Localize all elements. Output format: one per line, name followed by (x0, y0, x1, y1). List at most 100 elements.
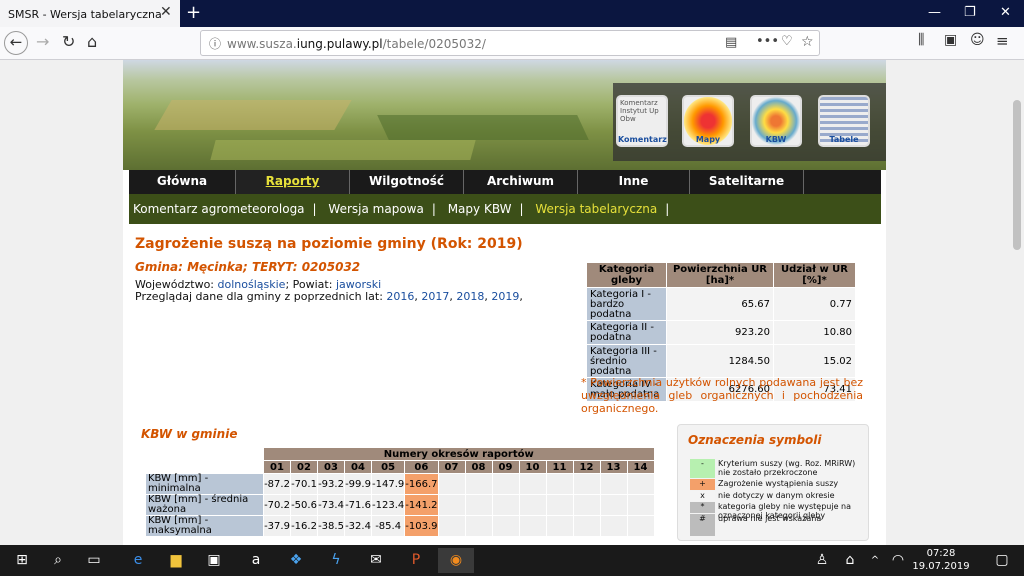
explorer-icon[interactable]: ▆ (158, 548, 194, 573)
start-icon[interactable]: ⊞ (4, 548, 40, 573)
pocket-icon[interactable]: ♡ (781, 34, 793, 49)
new-tab-icon[interactable]: + (186, 2, 201, 23)
kbw-cell: -103.9 (404, 515, 439, 537)
period-header: 06 (404, 460, 439, 474)
kbw-cell (545, 494, 574, 516)
kbw-cell (572, 494, 601, 516)
kbw-cell (518, 473, 547, 495)
kbw-cell: -38.5 (317, 515, 345, 537)
notifications-icon[interactable]: ▢ (984, 548, 1020, 573)
menu-wilgotnosc[interactable]: Wilgotność gleby (350, 170, 464, 210)
minimize-icon[interactable]: — (928, 5, 941, 20)
legend-text: uprawa nie jest wskazana (718, 514, 822, 523)
amazon-icon[interactable]: a (238, 548, 274, 573)
menu-inne[interactable]: Inne (578, 170, 690, 194)
menu-raporty[interactable]: Raporty (236, 170, 350, 194)
submenu-komentarz[interactable]: Komentarz agrometeorologa (133, 202, 305, 216)
power-automate-icon[interactable]: ϟ (318, 548, 354, 573)
kbw-cell: -99.9 (344, 473, 372, 495)
taskbar: ⊞ ⌕ ▭ e ▆ ▣ a ❖ ϟ ✉ P ◉ ♙ ⌂ ^ ◠ 07:28 19.… (0, 545, 1024, 576)
kbw-cell: -147.9 (370, 473, 406, 495)
restore-icon[interactable]: ❐ (964, 5, 976, 20)
icon-panel: Komentarz Instytut Up Obw Komentarz Mapy … (613, 83, 886, 161)
period-header: 08 (464, 460, 493, 474)
komentarz-icon[interactable]: Komentarz Instytut Up Obw Komentarz (616, 95, 668, 147)
legend-item: + Zagrożenie wystąpienia suszy (690, 479, 856, 490)
back-arrow-icon[interactable]: ← (4, 31, 28, 55)
reader-view-icon[interactable]: ▤ (725, 35, 737, 50)
sidebar-icon[interactable]: ▣ (944, 32, 957, 48)
people-icon[interactable]: ♙ (810, 548, 834, 573)
legend-item: # uprawa nie jest wskazana (690, 514, 856, 536)
tabele-icon[interactable]: Tabele (818, 95, 870, 147)
year-link[interactable]: 2016 (386, 290, 414, 303)
scrollbar-thumb[interactable] (1013, 100, 1021, 250)
table-row: Kategoria III - średnio podatna 1284.50 15… (586, 344, 856, 378)
kbw-cell: -123.4 (370, 494, 406, 516)
period-header: 12 (572, 460, 601, 474)
legend-symbol: * (690, 502, 715, 513)
menu-hamburger-icon[interactable]: ≡ (996, 32, 1009, 50)
mapy-icon[interactable]: Mapy (682, 95, 734, 147)
submenu-tabelaryczna[interactable]: Wersja tabelaryczna (535, 202, 657, 216)
dropbox-icon[interactable]: ❖ (278, 548, 314, 573)
year-link[interactable]: 2019 (491, 290, 519, 303)
store-icon[interactable]: ▣ (196, 548, 232, 573)
kbw-cell (491, 494, 520, 516)
clock[interactable]: 07:28 19.07.2019 (912, 547, 970, 573)
period-header: 03 (317, 460, 345, 474)
mail-icon[interactable]: ✉ (358, 548, 394, 573)
submenu-mapowa[interactable]: Wersja mapowa (328, 202, 423, 216)
close-tab-icon[interactable]: ✕ (160, 4, 172, 20)
table-row: Kategoria II - podatna 923.20 10.80 (586, 320, 856, 345)
info-icon[interactable]: ⓘ (209, 35, 221, 52)
library-icon[interactable]: ⫼ (918, 32, 924, 48)
table-row: KBW [mm] - średnia ważona -70.2 -50.6 -73.4… (145, 494, 655, 516)
tray-icon[interactable]: ⌂ (838, 548, 862, 573)
legend-symbol: # (690, 514, 715, 536)
year-link[interactable]: 2018 (456, 290, 484, 303)
powerpoint-icon[interactable]: P (398, 548, 434, 573)
submenu-mapy-kbw[interactable]: Mapy KBW (448, 202, 512, 216)
period-header: 05 (370, 460, 406, 474)
year-link[interactable]: 2017 (421, 290, 449, 303)
chevron-up-icon[interactable]: ^ (866, 548, 884, 573)
bookmark-star-icon[interactable]: ☆ (801, 34, 814, 50)
kbw-cell (572, 473, 601, 495)
url-bar[interactable]: ⓘ www.susza.iung.pulawy.pl/tabele/020503… (200, 30, 820, 56)
edge-icon[interactable]: e (120, 548, 156, 573)
kbw-cell: -141.2 (404, 494, 439, 516)
wifi-icon[interactable]: ◠ (886, 548, 910, 573)
menu-archiwum[interactable]: Archiwum (464, 170, 578, 194)
menu-satelitarne[interactable]: Satelitarne (690, 170, 804, 194)
kbw-cell: -73.4 (317, 494, 345, 516)
firefox-icon[interactable]: ◉ (438, 548, 474, 573)
scrollbar[interactable] (1010, 60, 1024, 545)
kbw-cell (626, 494, 655, 516)
kbw-cell: -16.2 (290, 515, 318, 537)
kbw-cell: -70.2 (263, 494, 291, 516)
account-icon[interactable]: ☺ (970, 32, 985, 48)
legend-text: nie dotyczy w danym okresie (718, 491, 835, 500)
kbw-icon[interactable]: KBW (750, 95, 802, 147)
table-header: Numery okresów raportów (145, 447, 655, 461)
close-window-icon[interactable]: ✕ (1000, 5, 1011, 20)
task-view-icon[interactable]: ▭ (76, 548, 112, 573)
forward-arrow-icon[interactable]: → (36, 32, 49, 51)
period-header: 07 (437, 460, 466, 474)
kbw-cell (437, 515, 466, 537)
kbw-cell: -85.4 (370, 515, 406, 537)
legend-symbol: + (690, 479, 715, 490)
menu-glowna[interactable]: Główna (129, 170, 236, 194)
kbw-cell (464, 494, 493, 516)
reload-icon[interactable]: ↻ (62, 32, 75, 51)
home-icon[interactable]: ⌂ (87, 32, 97, 51)
kbw-table: Numery okresów raportów 01 02 03 04 05 06 07 08… (145, 447, 655, 537)
page-viewport: Komentarz Instytut Up Obw Komentarz Mapy … (0, 60, 1010, 545)
search-icon[interactable]: ⌕ (40, 548, 76, 573)
gmina-subtitle: Gmina: Męcinka; TERYT: 0205032 (135, 260, 361, 274)
browser-tab[interactable]: SMSR - Wersja tabelaryczna ✕ (0, 0, 180, 27)
kbw-cell (491, 515, 520, 537)
period-header: 04 (344, 460, 372, 474)
page-actions-icon[interactable]: ••• (756, 34, 779, 49)
